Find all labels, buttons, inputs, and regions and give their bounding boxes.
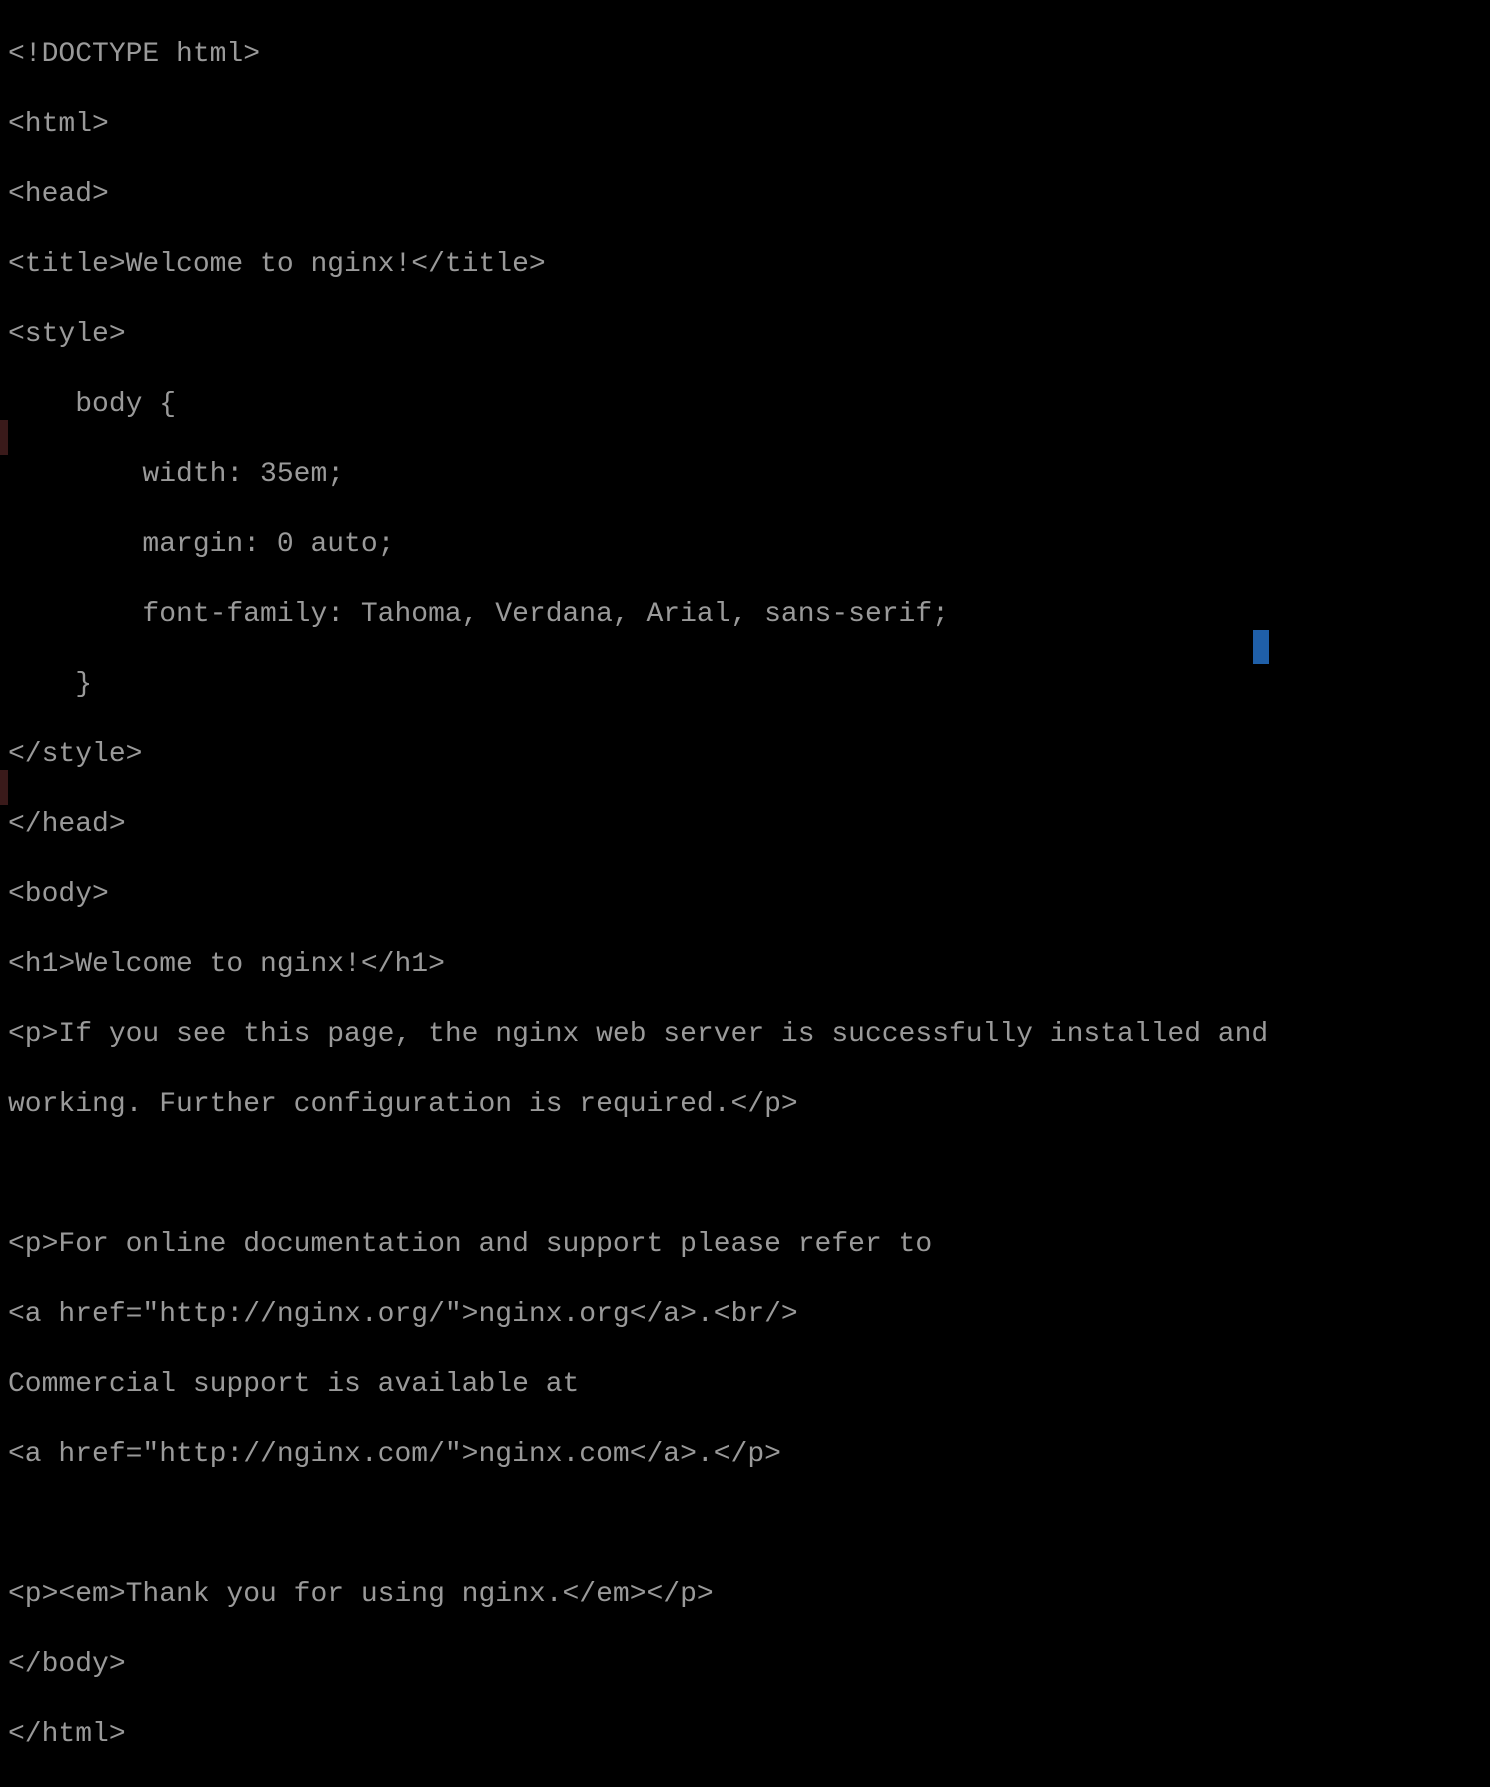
code-line [8, 1157, 1490, 1192]
code-line: <html> [8, 107, 1490, 142]
code-line: <head> [8, 177, 1490, 212]
code-line: <h1>Welcome to nginx!</h1> [8, 947, 1490, 982]
gutter-mark [0, 420, 8, 455]
text-editor-content[interactable]: <!DOCTYPE html> <html> <head> <title>Wel… [0, 0, 1490, 1787]
code-line: </style> [8, 737, 1490, 772]
code-line: <a href="http://nginx.com/">nginx.com</a… [8, 1437, 1490, 1472]
code-line: </head> [8, 807, 1490, 842]
code-line: <title>Welcome to nginx!</title> [8, 247, 1490, 282]
code-line: <p>If you see this page, the nginx web s… [8, 1017, 1490, 1052]
code-line: <a href="http://nginx.org/">nginx.org</a… [8, 1297, 1490, 1332]
code-line [8, 1507, 1490, 1542]
text-cursor [1253, 630, 1269, 664]
code-line: margin: 0 auto; [8, 527, 1490, 562]
code-line: <style> [8, 317, 1490, 352]
code-line: } [8, 667, 1490, 702]
code-line: <p>For online documentation and support … [8, 1227, 1490, 1262]
code-line: body { [8, 387, 1490, 422]
code-line: <p><em>Thank you for using nginx.</em></… [8, 1577, 1490, 1612]
gutter-mark [0, 770, 8, 805]
code-line: </body> [8, 1647, 1490, 1682]
code-line: font-family: Tahoma, Verdana, Arial, san… [8, 597, 1490, 632]
code-line: <!DOCTYPE html> [8, 37, 1490, 72]
code-line: width: 35em; [8, 457, 1490, 492]
code-line: </html> [8, 1717, 1490, 1752]
code-line: working. Further configuration is requir… [8, 1087, 1490, 1122]
code-line: <body> [8, 877, 1490, 912]
code-line: Commercial support is available at [8, 1367, 1490, 1402]
